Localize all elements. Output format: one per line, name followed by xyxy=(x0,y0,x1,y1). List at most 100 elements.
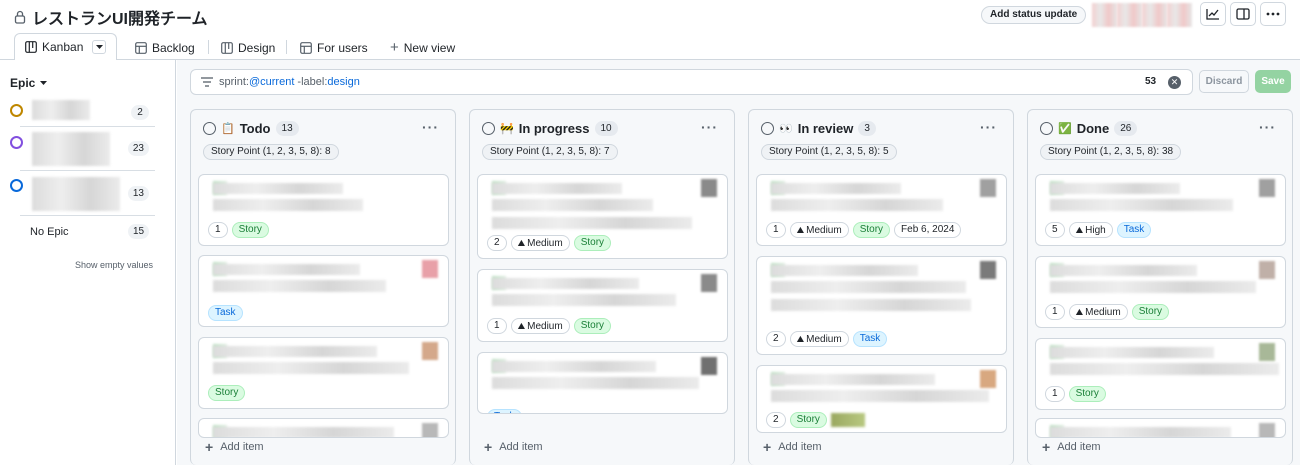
column-menu-icon[interactable]: ··· xyxy=(422,119,439,135)
story-point-badge: 1 xyxy=(766,222,786,238)
add-item-button[interactable]: + Add item xyxy=(1042,439,1101,455)
epic-item[interactable]: 23 xyxy=(10,132,155,170)
filter-result-count: 53 xyxy=(1145,76,1157,87)
mountain-icon: ⛰ xyxy=(517,321,526,331)
epic-group-by-dropdown[interactable]: Epic xyxy=(10,76,48,90)
assignee-avatar[interactable] xyxy=(980,261,996,279)
column-menu-icon[interactable]: ··· xyxy=(1259,119,1276,135)
epic-item[interactable]: 2 xyxy=(10,100,155,128)
tab-for-users[interactable]: For users xyxy=(300,35,368,60)
issue-card[interactable]: Task xyxy=(198,255,449,327)
type-label-badge: Story xyxy=(573,318,612,334)
issue-card[interactable]: 2 Story xyxy=(756,365,1007,433)
open-circle-icon xyxy=(10,136,23,149)
filter-query[interactable]: sprint:@current -label:design xyxy=(219,76,360,88)
add-item-button[interactable]: + Add item xyxy=(205,439,264,455)
add-item-button[interactable]: + Add item xyxy=(763,439,822,455)
tab-kanban[interactable]: Kanban xyxy=(14,33,118,61)
card-title-blurred xyxy=(1050,265,1197,276)
story-point-badge: 1 xyxy=(208,222,228,238)
column-menu-icon[interactable]: ··· xyxy=(701,119,718,135)
assignee-avatar[interactable] xyxy=(980,179,996,197)
card-title-blurred xyxy=(213,183,343,194)
column-title: Todo xyxy=(239,121,271,136)
plus-icon: + xyxy=(390,39,399,56)
epic-count: 13 xyxy=(127,186,149,201)
priority-label: Medium xyxy=(527,321,563,332)
card-title-blurred xyxy=(771,374,935,385)
issue-card[interactable]: 1 Story xyxy=(198,174,449,246)
mountain-icon: ⛰ xyxy=(796,334,805,344)
tab-backlog[interactable]: Backlog xyxy=(135,35,195,60)
issue-card[interactable]: 2 ⛰ Medium Task xyxy=(756,256,1007,355)
epic-item[interactable]: 13 xyxy=(10,177,155,215)
issue-card[interactable] xyxy=(1035,418,1286,438)
table-icon xyxy=(135,41,147,54)
filter-label-key: -label: xyxy=(294,76,328,88)
epic-count: 2 xyxy=(131,105,149,120)
issue-card[interactable]: 1 ⛰ Medium Story xyxy=(1035,256,1286,328)
discard-button[interactable]: Discard xyxy=(1199,70,1249,93)
side-panel-button[interactable] xyxy=(1230,2,1256,26)
epic-name-blurred xyxy=(32,132,110,166)
save-button[interactable]: Save xyxy=(1255,70,1291,93)
assignee-avatar[interactable] xyxy=(422,423,438,437)
chart-icon xyxy=(1206,9,1219,20)
add-status-update-button[interactable]: Add status update xyxy=(981,6,1087,24)
column-count: 13 xyxy=(275,121,299,136)
issue-card[interactable]: 1 Story xyxy=(1035,338,1286,410)
page-header: レストランUI開発チーム Add status update xyxy=(0,0,1300,32)
story-points-total: Story Point (1, 2, 3, 5, 8): 5 xyxy=(761,144,897,160)
issue-card[interactable]: 5 ⛰ High Task xyxy=(1035,174,1286,246)
assignee-avatar[interactable] xyxy=(701,179,717,197)
add-item-button[interactable]: + Add item xyxy=(484,439,543,455)
column-menu-icon[interactable]: ··· xyxy=(980,119,997,135)
assignee-avatar[interactable] xyxy=(1259,179,1275,197)
board-column-1: 🚧 In progress 10 ··· Story Point (1, 2, … xyxy=(469,109,735,465)
assignee-avatar[interactable] xyxy=(701,357,717,375)
no-epic-label[interactable]: No Epic xyxy=(30,226,69,238)
issue-card[interactable]: Task xyxy=(477,352,728,414)
new-view-button[interactable]: + New view xyxy=(390,35,455,60)
no-epic-count: 15 xyxy=(128,224,150,239)
type-label-badge: Task xyxy=(1116,222,1152,238)
status-circle-icon xyxy=(482,122,495,135)
collaborator-avatars[interactable] xyxy=(1092,3,1192,27)
filter-bar[interactable]: sprint:@current -label:design 53 ✕ xyxy=(190,69,1193,95)
card-title-blurred xyxy=(213,199,363,211)
column-emoji: 👀 xyxy=(779,123,793,135)
board-icon xyxy=(25,41,37,53)
show-empty-values-link[interactable]: Show empty values xyxy=(75,260,153,270)
more-options-button[interactable] xyxy=(1260,2,1286,26)
card-title-blurred xyxy=(492,377,699,389)
card-title-blurred xyxy=(1050,281,1256,293)
issue-card[interactable] xyxy=(198,418,449,438)
issue-card[interactable]: 1 ⛰ Medium Story xyxy=(477,269,728,342)
story-point-badge: 2 xyxy=(487,235,507,251)
epic-sidebar: Epic 2 23 13 No Epic 15 Show empty value… xyxy=(0,60,176,465)
card-title-blurred xyxy=(771,281,966,293)
column-title: In progress xyxy=(518,121,590,136)
card-title-blurred xyxy=(1050,199,1233,211)
filter-sprint-key: sprint: xyxy=(219,76,249,88)
issue-card[interactable]: 1 ⛰ Medium Story Feb 6, 2024 xyxy=(756,174,1007,246)
mountain-icon: ⛰ xyxy=(1075,225,1084,235)
assignee-avatar[interactable] xyxy=(422,260,438,278)
plus-icon: + xyxy=(484,439,493,455)
board-icon xyxy=(221,41,233,54)
assignee-avatar[interactable] xyxy=(422,342,438,360)
tab-design[interactable]: Design xyxy=(221,35,275,60)
assignee-avatar[interactable] xyxy=(701,274,717,292)
insights-chart-button[interactable] xyxy=(1200,2,1226,26)
assignee-avatar[interactable] xyxy=(1259,261,1275,279)
assignee-avatar[interactable] xyxy=(980,370,996,388)
filter-icon xyxy=(201,77,213,87)
issue-card[interactable]: Story xyxy=(198,337,449,409)
tab-options-dropdown[interactable] xyxy=(92,40,107,54)
type-label-badge: Story xyxy=(573,235,612,251)
assignee-avatar[interactable] xyxy=(1259,423,1275,437)
clear-filter-icon[interactable]: ✕ xyxy=(1168,76,1181,89)
issue-card[interactable]: 2 ⛰ Medium Story xyxy=(477,174,728,259)
assignee-avatar[interactable] xyxy=(1259,343,1275,361)
card-title-blurred xyxy=(771,199,943,211)
